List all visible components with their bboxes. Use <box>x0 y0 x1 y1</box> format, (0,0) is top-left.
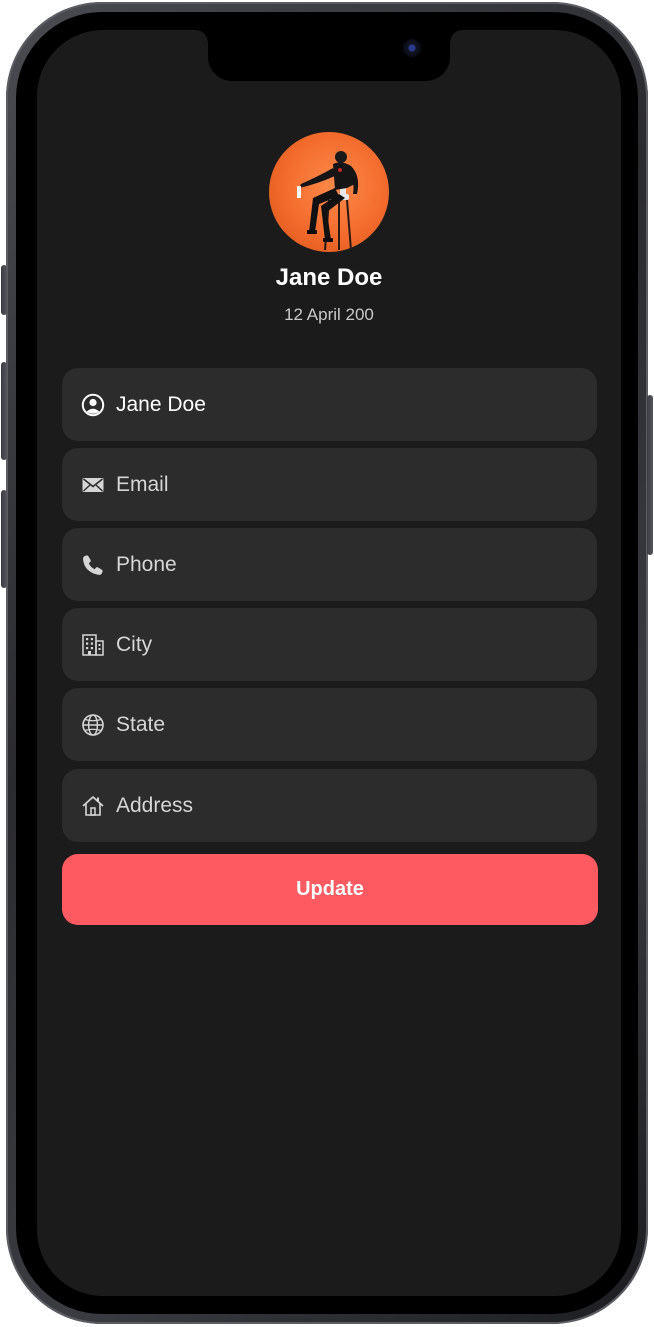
address-field[interactable]: Address <box>62 769 597 842</box>
state-field-placeholder: State <box>116 713 166 736</box>
silent-switch <box>1 265 7 315</box>
globe-icon <box>81 713 105 737</box>
volume-down-button <box>1 490 7 588</box>
profile-name: Jane Doe <box>275 264 383 291</box>
update-button[interactable]: Update <box>62 854 598 925</box>
phone-field[interactable]: Phone <box>62 528 597 601</box>
power-button <box>647 395 653 555</box>
person-circle-icon <box>81 393 105 417</box>
notch <box>208 30 450 81</box>
avatar[interactable] <box>269 132 389 252</box>
avatar-photo <box>297 151 359 251</box>
city-field[interactable]: City <box>62 608 597 681</box>
email-field-placeholder: Email <box>116 473 169 496</box>
state-field[interactable]: State <box>62 688 597 761</box>
name-field-value: Jane Doe <box>116 393 206 416</box>
phone-field-placeholder: Phone <box>116 553 177 576</box>
volume-up-button <box>1 362 7 460</box>
envelope-icon <box>81 473 105 497</box>
address-field-placeholder: Address <box>116 794 194 817</box>
house-icon <box>81 794 105 818</box>
name-field[interactable]: Jane Doe <box>62 368 597 441</box>
phone-icon <box>81 553 105 577</box>
front-camera <box>403 39 421 57</box>
app-screen: Jane Doe 12 April 200 Jane Doe Email Pho… <box>37 30 621 1296</box>
email-field[interactable]: Email <box>62 448 597 521</box>
profile-date: 12 April 200 <box>284 305 374 324</box>
building-icon <box>81 633 105 657</box>
city-field-placeholder: City <box>116 633 153 656</box>
